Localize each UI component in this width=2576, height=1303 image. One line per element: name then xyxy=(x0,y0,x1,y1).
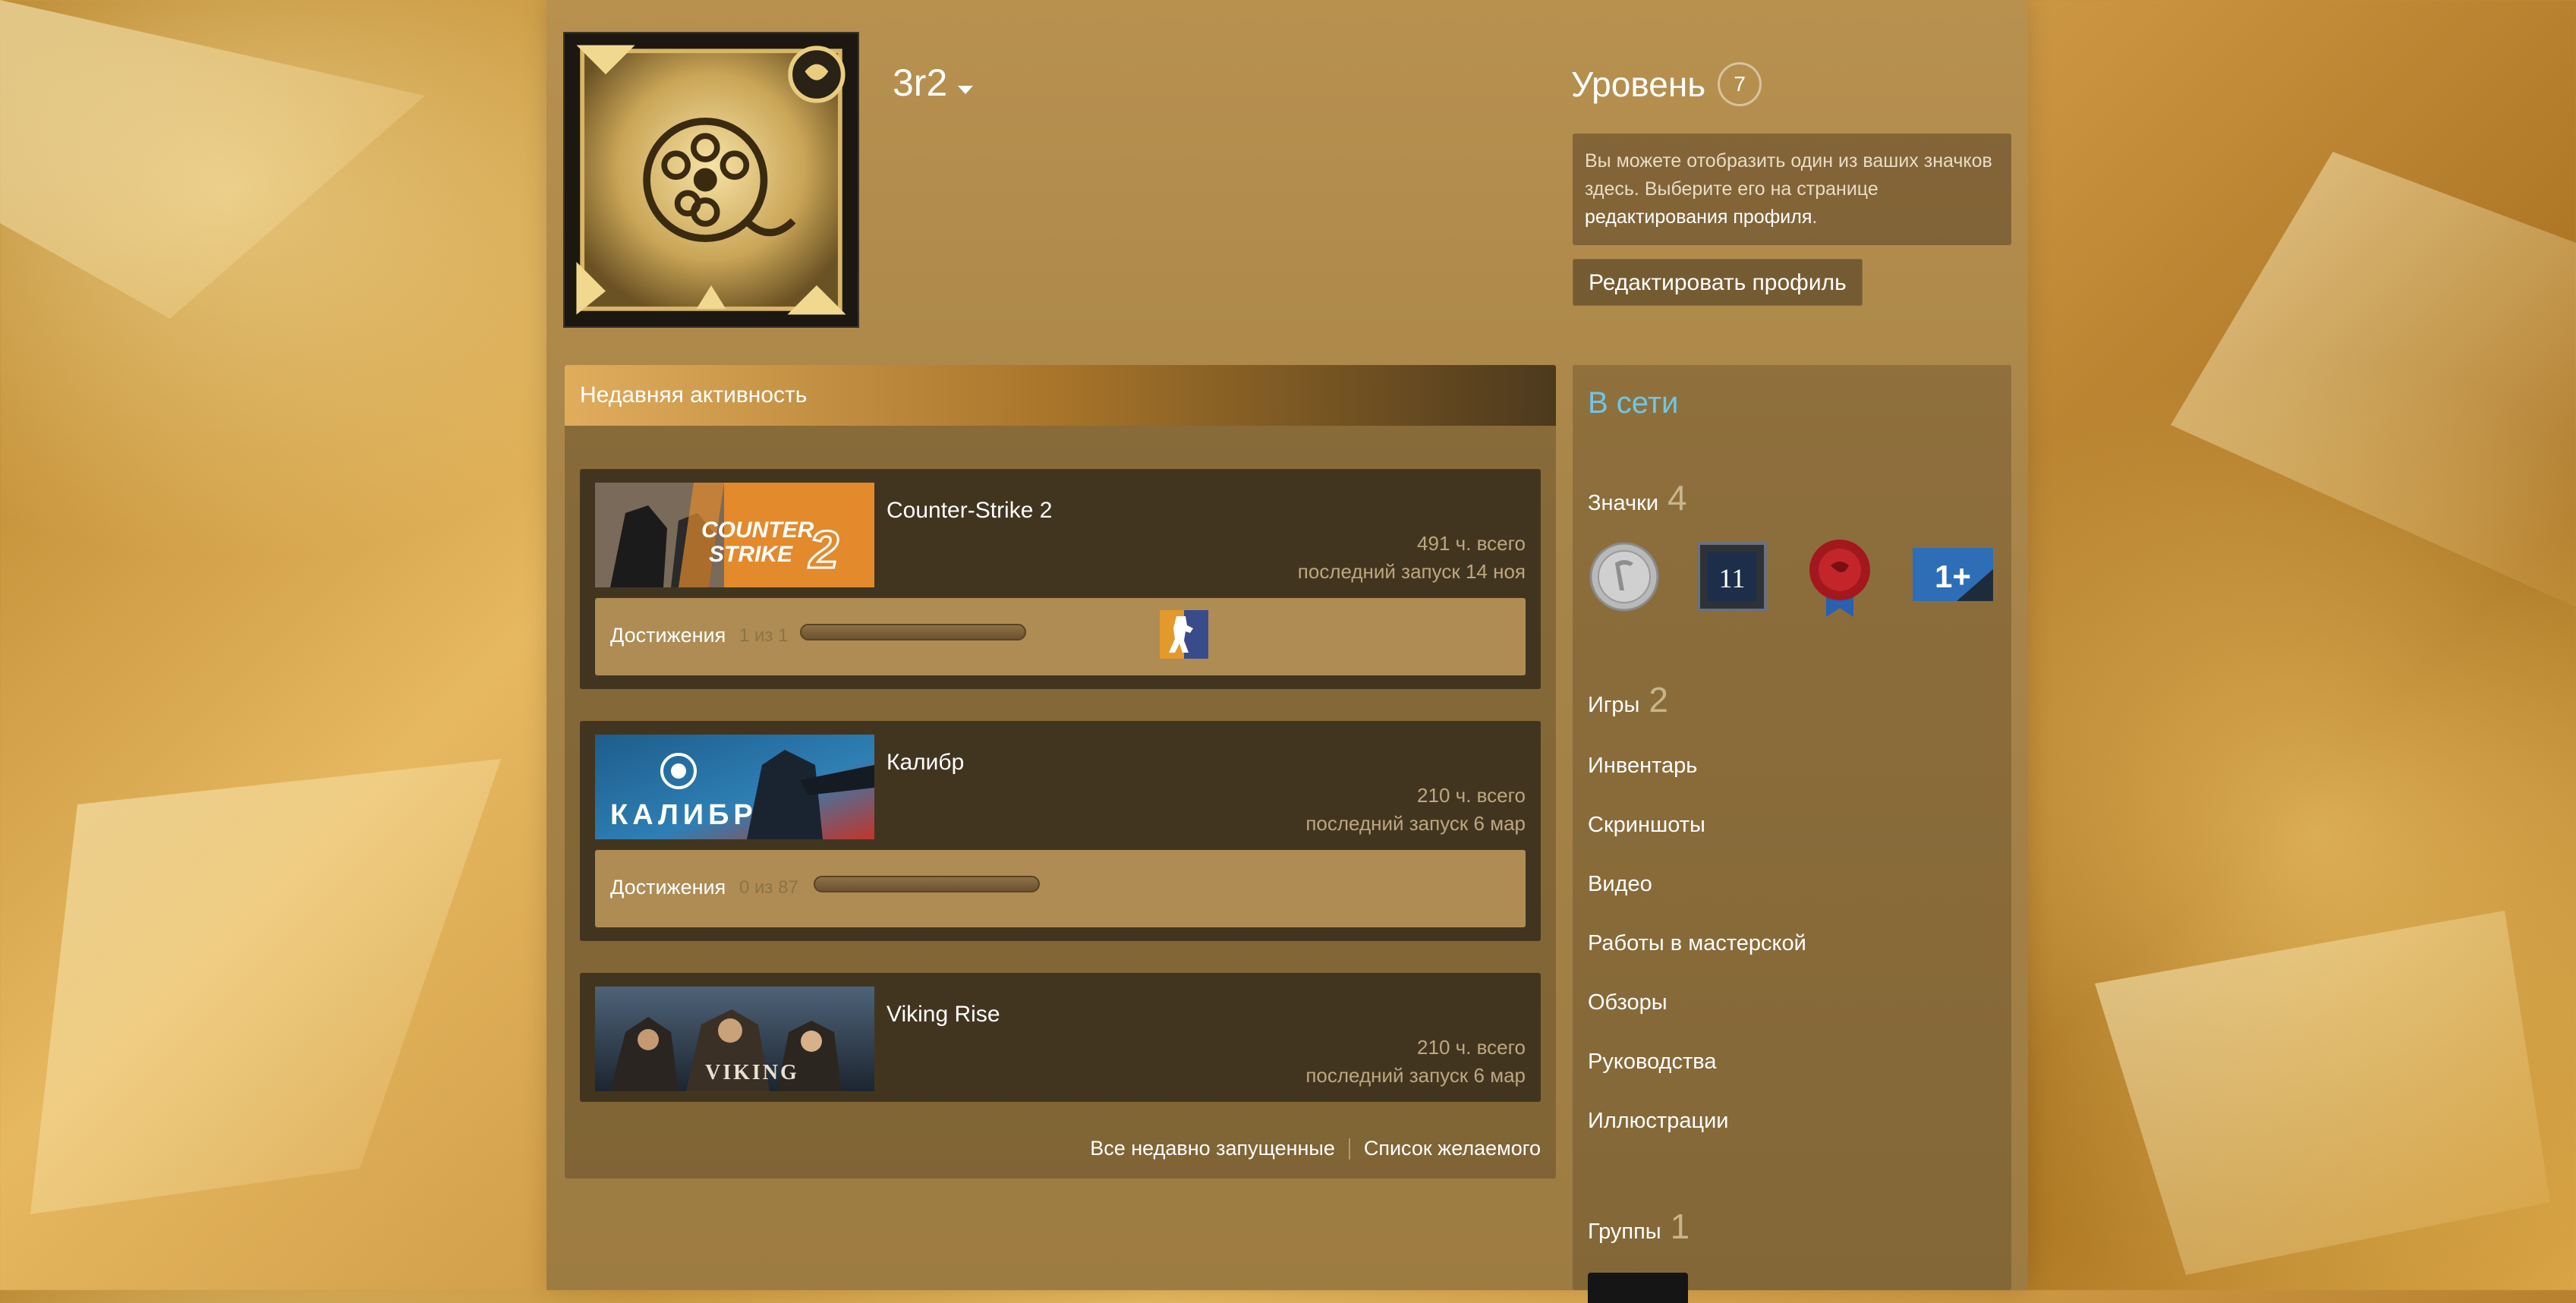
svg-text:2: 2 xyxy=(808,520,839,579)
groups-label: Группы xyxy=(1588,1220,1661,1244)
badge-note-end: . xyxy=(1812,206,1818,228)
sidebar-link-reviews[interactable]: Обзоры xyxy=(1588,990,1667,1015)
background-shard xyxy=(2171,152,2576,607)
one-plus-badge-text: 1+ xyxy=(1935,559,1971,594)
games-label: Игры xyxy=(1588,693,1640,717)
svg-text:STRIKE: STRIKE xyxy=(709,542,793,567)
red-seal-badge-icon[interactable] xyxy=(1803,535,1876,618)
edit-profile-button[interactable]: Редактировать профиль xyxy=(1573,259,1863,306)
games-count: 2 xyxy=(1649,680,1668,719)
game-last-played: последний запуск 6 мар xyxy=(1305,812,1526,835)
achievements-count: 0 из 87 xyxy=(739,877,798,898)
sidebar-link-artwork[interactable]: Иллюстрации xyxy=(1588,1109,1728,1134)
one-plus-badge-icon[interactable]: 1+ xyxy=(1911,546,1995,607)
persona-name-text: 3r2 xyxy=(893,61,948,104)
game-row: COUNTER STRIKE 2 Counter-Strike 2 491 ч.… xyxy=(580,469,1541,689)
film-reel-avatar-icon xyxy=(565,33,858,326)
badges-row: 11 1+ xyxy=(1588,535,1995,618)
game-hours: 210 ч. всего xyxy=(1417,784,1526,807)
achievements-bar: Достижения 0 из 87 xyxy=(595,850,1526,927)
svg-text:VIKING: VIKING xyxy=(705,1061,799,1084)
all-recent-games-link[interactable]: Все недавно запущенные xyxy=(1090,1137,1335,1160)
game-name[interactable]: Калибр xyxy=(886,750,964,776)
activity-footer-links: Все недавно запущенные Список желаемого xyxy=(1090,1137,1541,1160)
edit-profile-link[interactable]: редактирования профиля xyxy=(1585,206,1812,228)
game-row: КАЛИБР Калибр 210 ч. всего последний зап… xyxy=(580,721,1541,941)
svg-text:COUNTER: COUNTER xyxy=(701,518,814,543)
cs-achievement-icon xyxy=(1160,610,1208,659)
sidebar-link-workshop[interactable]: Работы в мастерской xyxy=(1588,931,1806,956)
game-stats: 210 ч. всего последний запуск 6 мар xyxy=(1305,1034,1526,1090)
level-label: Уровень xyxy=(1571,65,1706,104)
games-section-title[interactable]: Игры 2 xyxy=(1588,679,1668,720)
silver-coin-badge-icon[interactable] xyxy=(1588,540,1661,613)
groups-count: 1 xyxy=(1670,1207,1690,1246)
recent-activity-title: Недавняя активность xyxy=(565,365,1556,426)
badge-note-text: Вы можете отобразить один из ваших значк… xyxy=(1585,150,1992,200)
achievements-label[interactable]: Достижения xyxy=(610,876,726,899)
chevron-down-icon[interactable] xyxy=(958,85,974,94)
achievements-bar: Достижения 1 из 1 xyxy=(595,598,1526,675)
sidebar-link-guides[interactable]: Руководства xyxy=(1588,1050,1716,1075)
level-badge[interactable]: 7 xyxy=(1718,62,1762,106)
online-status: В сети xyxy=(1588,386,1679,420)
divider xyxy=(1348,1138,1350,1160)
background-shard xyxy=(30,759,501,1214)
groups-section-title[interactable]: Группы 1 xyxy=(1588,1206,1690,1247)
game-name[interactable]: Counter-Strike 2 xyxy=(886,498,1052,524)
game-capsule-cs2[interactable]: COUNTER STRIKE 2 xyxy=(595,483,874,587)
sidebar-link-inventory[interactable]: Инвентарь xyxy=(1588,754,1697,779)
years-badge-number: 11 xyxy=(1719,563,1746,593)
counter-strike-capsule-icon: COUNTER STRIKE 2 xyxy=(595,483,874,587)
badges-section-title[interactable]: Значки 4 xyxy=(1588,477,1687,518)
badge-note: Вы можете отобразить один из ваших значк… xyxy=(1573,134,2011,245)
achievement-icon[interactable] xyxy=(1160,610,1208,659)
achievements-label[interactable]: Достижения xyxy=(610,624,726,647)
badges-count: 4 xyxy=(1667,478,1687,518)
game-last-played: последний запуск 14 ноя xyxy=(1297,560,1526,583)
sidebar-link-screenshots[interactable]: Скриншоты xyxy=(1588,813,1705,838)
group-avatar[interactable] xyxy=(1588,1273,1688,1303)
wishlist-link[interactable]: Список желаемого xyxy=(1364,1137,1541,1160)
background-shard xyxy=(2095,911,2550,1275)
sidebar-link-videos[interactable]: Видео xyxy=(1588,872,1652,897)
achievements-count: 1 из 1 xyxy=(739,625,789,646)
years-of-service-badge-icon[interactable]: 11 xyxy=(1696,540,1768,613)
game-capsule-kalibr[interactable]: КАЛИБР xyxy=(595,735,874,839)
game-capsule-viking-rise[interactable]: VIKING xyxy=(595,987,874,1091)
game-stats: 491 ч. всего последний запуск 14 ноя xyxy=(1298,530,1526,586)
svg-text:КАЛИБР: КАЛИБР xyxy=(610,799,757,831)
game-name[interactable]: Viking Rise xyxy=(886,1002,1000,1028)
game-row: VIKING Viking Rise 210 ч. всего последни… xyxy=(580,973,1541,1102)
background-shard xyxy=(0,0,425,319)
viking-rise-capsule-icon: VIKING xyxy=(595,987,874,1091)
game-last-played: последний запуск 6 мар xyxy=(1305,1064,1526,1087)
achievement-progress-bar xyxy=(800,624,1026,640)
persona-name[interactable]: 3r2 xyxy=(893,61,974,105)
game-stats: 210 ч. всего последний запуск 6 мар xyxy=(1305,782,1526,838)
avatar[interactable] xyxy=(563,32,859,328)
game-hours: 210 ч. всего xyxy=(1417,1036,1526,1059)
profile-sidebar: В сети Значки 4 11 1+ Игры 2 Инвентарь С… xyxy=(1573,365,2011,1303)
achievement-progress-bar xyxy=(814,876,1040,892)
game-hours: 491 ч. всего xyxy=(1417,532,1526,555)
recent-activity-panel: Недавняя активность COUNTER STRIKE 2 Cou… xyxy=(565,365,1556,1179)
profile-page: 3r2 Уровень 7 Вы можете отобразить один … xyxy=(546,0,2028,1303)
profile-level: Уровень 7 xyxy=(1571,62,1762,106)
kalibr-capsule-icon: КАЛИБР xyxy=(595,735,874,839)
badges-label: Значки xyxy=(1588,491,1659,515)
